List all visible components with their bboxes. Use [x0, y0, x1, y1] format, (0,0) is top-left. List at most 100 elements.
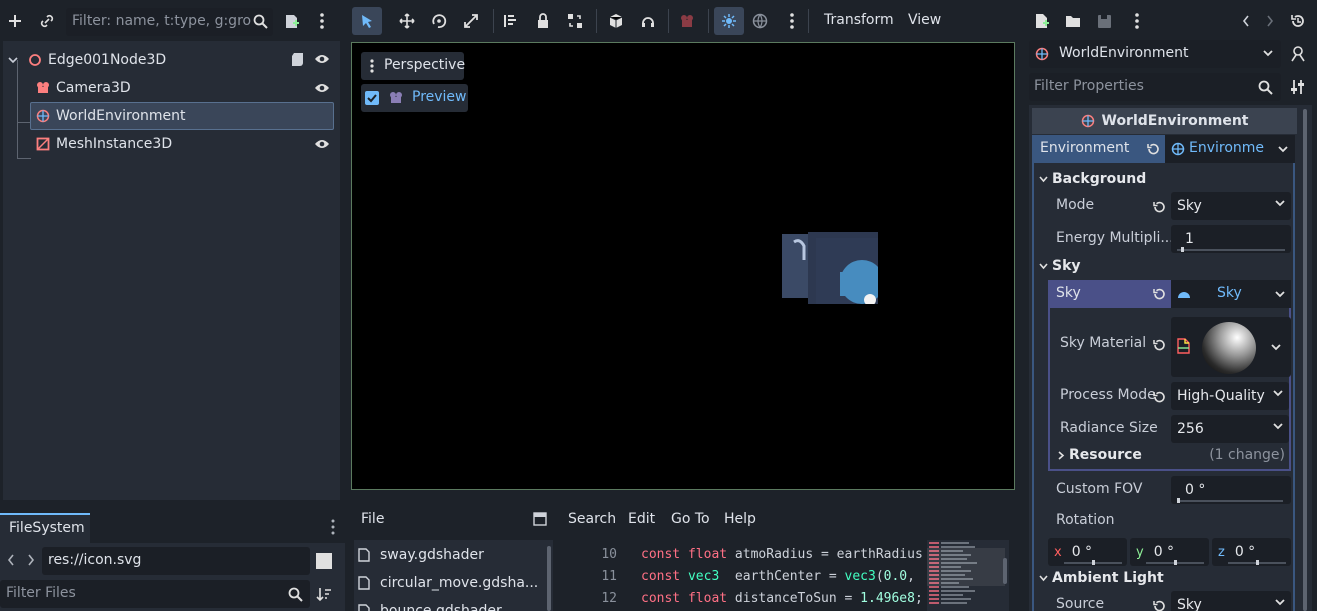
rotate-tool-icon[interactable]	[431, 13, 447, 29]
history-forward-icon[interactable]	[1266, 15, 1274, 27]
tab-filesystem[interactable]: FileSystem	[0, 513, 90, 543]
section-resource[interactable]: Resource (1 change)	[1058, 445, 1288, 465]
revert-icon[interactable]	[1152, 200, 1166, 214]
energy-slider-field[interactable]: 1	[1171, 225, 1291, 253]
process-mode-dropdown[interactable]: High-Quality	[1171, 382, 1289, 410]
save-icon[interactable]	[1097, 14, 1112, 29]
code-token: earthCenter =	[719, 568, 845, 584]
rotation-y-field[interactable]: y 0 °	[1130, 538, 1209, 566]
history-back-icon[interactable]	[1242, 15, 1250, 27]
group-icon[interactable]	[567, 13, 583, 29]
script-list-item[interactable]: bounce.gdshader	[358, 600, 502, 611]
inspector-scrollbar[interactable]	[1303, 109, 1307, 611]
slider-knob[interactable]	[1181, 247, 1184, 252]
section-sky[interactable]: Sky	[1039, 256, 1081, 276]
script-list-item[interactable]: circular_move.gdsha...	[358, 572, 538, 594]
toolbar-separator	[668, 9, 669, 33]
more-options-icon[interactable]	[788, 12, 796, 30]
more-options-icon[interactable]	[1133, 12, 1141, 30]
script-list-item[interactable]: sway.gdshader	[358, 544, 484, 566]
radiance-size-dropdown[interactable]: 256	[1171, 415, 1289, 443]
add-script-icon[interactable]	[283, 13, 300, 30]
script-editor: File Search Edit Go To Help sway.gdshade…	[351, 500, 1017, 611]
tree-item-camera[interactable]: Camera3D	[3, 60, 338, 102]
sky-material-picker[interactable]	[1171, 317, 1291, 377]
revert-icon[interactable]	[1152, 390, 1166, 404]
world-environment-icon	[1035, 47, 1049, 61]
slider-knob[interactable]	[1174, 560, 1177, 565]
visibility-eye-icon[interactable]	[314, 138, 330, 150]
visibility-eye-icon[interactable]	[314, 82, 330, 94]
sky-material-label: Sky Material	[1060, 335, 1147, 351]
file-menu[interactable]: File	[361, 511, 384, 527]
object-properties-icon[interactable]	[1290, 45, 1306, 63]
rotation-x-field[interactable]: x 0 °	[1048, 538, 1127, 566]
inspected-node-selector[interactable]: WorldEnvironment	[1029, 40, 1281, 68]
slider-knob[interactable]	[1177, 498, 1180, 503]
open-folder-icon[interactable]	[1065, 14, 1081, 28]
history-icon[interactable]	[1290, 13, 1306, 29]
select-tool-button[interactable]	[352, 7, 382, 35]
toggle-scripts-panel-icon[interactable]	[533, 512, 547, 526]
source-dropdown[interactable]: Sky	[1171, 591, 1291, 611]
filter-files-field[interactable]: Filter Files	[0, 580, 310, 608]
code-area[interactable]: 10 const float atmoRadius = earthRadius 1…	[561, 540, 1013, 611]
list-select-icon[interactable]	[503, 13, 519, 29]
environment-property[interactable]: Environment Environme	[1032, 135, 1295, 163]
forward-arrow-icon[interactable]	[27, 554, 35, 566]
filter-properties-field[interactable]: Filter Properties	[1029, 73, 1281, 101]
slider-track	[1177, 249, 1285, 251]
fov-slider-field[interactable]: 0 °	[1171, 476, 1291, 504]
mode-dropdown[interactable]: Sky	[1171, 192, 1291, 220]
scene-filter-field[interactable]: Filter: name, t:type, g:grou	[66, 8, 273, 36]
3d-viewport[interactable]: Perspective Preview	[351, 42, 1015, 490]
search-menu[interactable]: Search	[568, 511, 616, 527]
script-name: circular_move.gdsha...	[380, 575, 539, 591]
preview-toggle[interactable]: Preview	[361, 84, 468, 112]
sky-property[interactable]: Sky Sky	[1048, 280, 1291, 308]
environment-resource-picker[interactable]: Environme	[1165, 135, 1295, 163]
help-menu[interactable]: Help	[724, 511, 756, 527]
revert-icon[interactable]	[1152, 338, 1166, 352]
link-icon[interactable]	[38, 12, 56, 30]
scrollbar[interactable]	[547, 546, 551, 611]
revert-icon[interactable]	[1152, 599, 1166, 611]
perspective-menu-button[interactable]: Perspective	[361, 52, 465, 80]
checkbox-checked-icon[interactable]	[365, 91, 379, 105]
lock-icon[interactable]	[536, 13, 550, 29]
environment-toggle-icon[interactable]	[752, 13, 768, 29]
edit-menu[interactable]: Edit	[628, 511, 655, 527]
scale-tool-icon[interactable]	[463, 13, 479, 29]
toggle-sun-button[interactable]	[714, 7, 744, 35]
camera-preview-icon[interactable]	[679, 13, 695, 29]
more-options-icon[interactable]	[318, 12, 326, 30]
cube-icon[interactable]	[608, 13, 624, 29]
visibility-eye-icon[interactable]	[314, 53, 330, 65]
tools-icon[interactable]	[1290, 79, 1306, 95]
tree-item-world-environment[interactable]: WorldEnvironment	[30, 102, 334, 130]
move-tool-icon[interactable]	[399, 13, 415, 29]
path-field[interactable]: res://icon.svg	[42, 547, 310, 575]
view-menu[interactable]: View	[908, 12, 941, 28]
tree-item-root[interactable]: Edge001Node3D	[3, 46, 338, 74]
script-icon[interactable]	[290, 52, 305, 67]
revert-icon[interactable]	[1146, 142, 1160, 156]
more-options-icon[interactable]	[330, 519, 336, 535]
transform-menu[interactable]: Transform	[824, 12, 894, 28]
tree-item-mesh-instance[interactable]: MeshInstance3D	[3, 130, 338, 158]
slider-knob[interactable]	[1092, 560, 1095, 565]
sky-resource-picker[interactable]: Sky	[1171, 280, 1291, 308]
slider-knob[interactable]	[1256, 560, 1259, 565]
goto-menu[interactable]: Go To	[671, 511, 710, 527]
rotation-z-field[interactable]: z 0 °	[1212, 538, 1291, 566]
section-background[interactable]: Background	[1039, 169, 1146, 189]
split-mode-icon[interactable]	[316, 553, 332, 569]
snap-icon[interactable]	[640, 13, 656, 29]
section-ambient-light[interactable]: Ambient Light	[1039, 568, 1164, 588]
revert-icon[interactable]	[1152, 287, 1166, 301]
add-node-icon[interactable]	[6, 12, 24, 30]
script-name: bounce.gdshader	[380, 603, 502, 611]
back-arrow-icon[interactable]	[7, 554, 15, 566]
new-resource-icon[interactable]	[1034, 13, 1049, 29]
sort-icon[interactable]	[316, 586, 332, 602]
